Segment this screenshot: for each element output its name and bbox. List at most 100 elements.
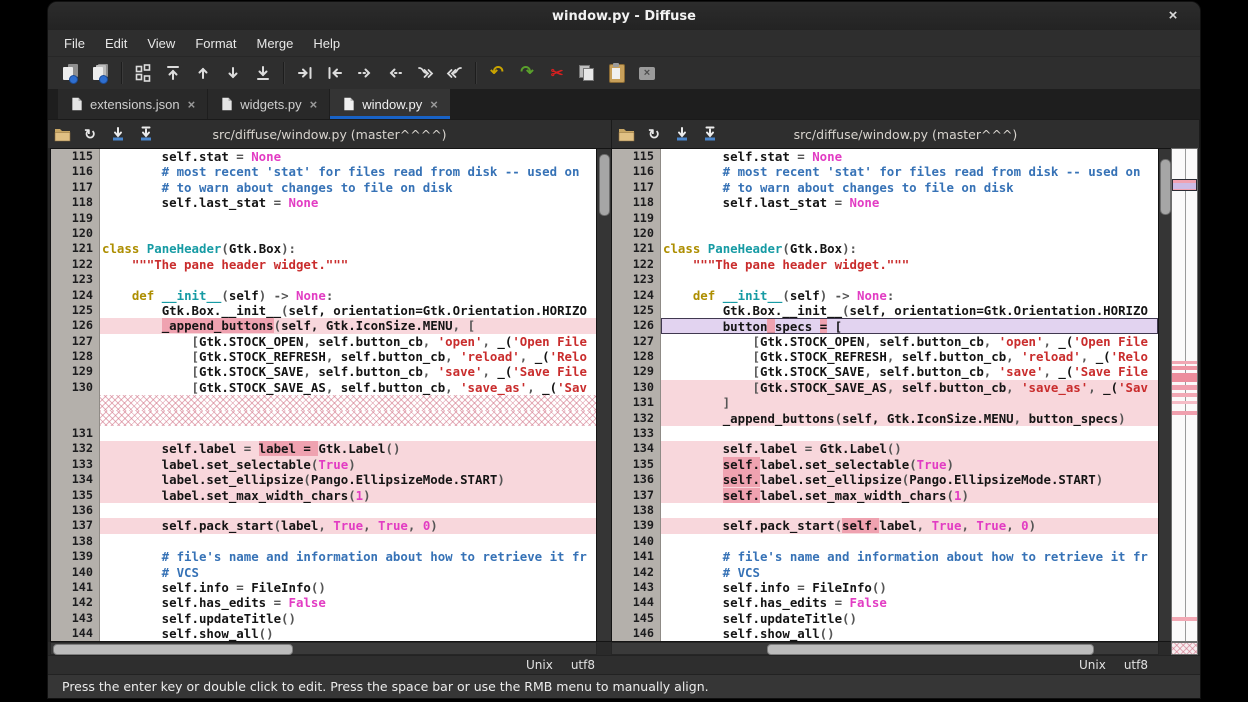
code-text[interactable]: [Gtk.STOCK_REFRESH, self.button_cb, 'rel… bbox=[100, 349, 596, 364]
code-line[interactable]: 137 self.pack_start(label, True, True, 0… bbox=[51, 518, 596, 533]
code-text[interactable]: # VCS bbox=[661, 565, 1158, 580]
code-text[interactable] bbox=[100, 503, 596, 518]
code-line[interactable]: 137 self.label.set_max_width_chars(1) bbox=[612, 488, 1158, 503]
code-line[interactable]: 130 [Gtk.STOCK_SAVE_AS, self.button_cb, … bbox=[612, 380, 1158, 395]
code-line[interactable]: 130 [Gtk.STOCK_SAVE_AS, self.button_cb, … bbox=[51, 380, 596, 395]
code-line[interactable]: 134 self.label = Gtk.Label() bbox=[612, 441, 1158, 456]
code-text[interactable]: button_specs = [ bbox=[661, 318, 1158, 333]
left-save-button[interactable] bbox=[104, 122, 132, 146]
code-line[interactable]: 128 [Gtk.STOCK_REFRESH, self.button_cb, … bbox=[612, 349, 1158, 364]
left-save-as-button[interactable] bbox=[132, 122, 160, 146]
first-difference-button[interactable] bbox=[158, 59, 188, 87]
code-line[interactable]: 123 bbox=[51, 272, 596, 287]
code-line[interactable]: 144 self.has_edits = False bbox=[612, 595, 1158, 610]
code-text[interactable]: def __init__(self) -> None: bbox=[100, 288, 596, 303]
code-line[interactable]: 131 bbox=[51, 426, 596, 441]
copy-selection-left-button[interactable] bbox=[320, 59, 350, 87]
right-horizontal-scrollbar-thumb[interactable] bbox=[767, 644, 1094, 655]
code-line[interactable]: 129 [Gtk.STOCK_SAVE, self.button_cb, 'sa… bbox=[51, 364, 596, 379]
code-line[interactable]: 124 def __init__(self) -> None: bbox=[51, 288, 596, 303]
code-text[interactable]: # to warn about changes to file on disk bbox=[661, 180, 1158, 195]
code-line[interactable]: 135 label.set_max_width_chars(1) bbox=[51, 488, 596, 503]
code-text[interactable] bbox=[661, 503, 1158, 518]
code-line[interactable]: 118 self.last_stat = None bbox=[51, 195, 596, 210]
code-line[interactable]: 145 self.updateTitle() bbox=[612, 611, 1158, 626]
left-horizontal-scrollbar-thumb[interactable] bbox=[53, 644, 293, 655]
diff-map-viewport[interactable] bbox=[1172, 179, 1197, 191]
code-text[interactable]: self.info = FileInfo() bbox=[661, 580, 1158, 595]
code-text[interactable]: [Gtk.STOCK_OPEN, self.button_cb, 'open',… bbox=[661, 334, 1158, 349]
left-reload-button[interactable]: ↻ bbox=[76, 122, 104, 146]
code-line[interactable]: 119 bbox=[612, 211, 1158, 226]
code-line[interactable]: 121class PaneHeader(Gtk.Box): bbox=[612, 241, 1158, 256]
code-line[interactable]: 143 self.updateTitle() bbox=[51, 611, 596, 626]
left-horizontal-scrollbar[interactable] bbox=[50, 642, 597, 655]
tab-close-icon[interactable]: × bbox=[310, 97, 318, 112]
tab-close-icon[interactable]: × bbox=[188, 97, 196, 112]
code-text[interactable] bbox=[100, 426, 596, 441]
right-code-pane[interactable]: 115 self.stat = None116 # most recent 's… bbox=[611, 148, 1159, 642]
code-line[interactable]: 125 Gtk.Box.__init__(self, orientation=G… bbox=[51, 303, 596, 318]
code-line[interactable]: 133 label.set_selectable(True) bbox=[51, 457, 596, 472]
code-text[interactable]: [Gtk.STOCK_SAVE, self.button_cb, 'save',… bbox=[661, 364, 1158, 379]
code-line[interactable]: 140 bbox=[612, 534, 1158, 549]
left-vertical-scrollbar[interactable] bbox=[597, 148, 611, 642]
code-line[interactable]: 117 # to warn about changes to file on d… bbox=[51, 180, 596, 195]
copy-button[interactable] bbox=[572, 59, 602, 87]
code-line[interactable]: 138 bbox=[51, 534, 596, 549]
code-text[interactable]: self.stat = None bbox=[661, 149, 1158, 164]
code-line[interactable]: 117 # to warn about changes to file on d… bbox=[612, 180, 1158, 195]
code-line[interactable]: 128 [Gtk.STOCK_REFRESH, self.button_cb, … bbox=[51, 349, 596, 364]
code-line[interactable]: 134 label.set_ellipsize(Pango.EllipsizeM… bbox=[51, 472, 596, 487]
right-horizontal-scrollbar[interactable] bbox=[611, 642, 1159, 655]
right-vertical-scrollbar-thumb[interactable] bbox=[1160, 159, 1171, 215]
left-code-pane[interactable]: 115 self.stat = None116 # most recent 's… bbox=[50, 148, 597, 642]
code-text[interactable]: self.show_all() bbox=[100, 626, 596, 641]
code-text[interactable]: # most recent 'stat' for files read from… bbox=[661, 164, 1158, 179]
paste-button[interactable] bbox=[602, 59, 632, 87]
code-text[interactable]: [Gtk.STOCK_SAVE_AS, self.button_cb, 'sav… bbox=[661, 380, 1158, 395]
tab-window-py[interactable]: window.py × bbox=[330, 89, 450, 119]
code-text[interactable] bbox=[661, 211, 1158, 226]
menu-view[interactable]: View bbox=[137, 30, 185, 56]
code-text[interactable] bbox=[100, 226, 596, 241]
code-line[interactable]: 144 self.show_all() bbox=[51, 626, 596, 641]
code-line[interactable]: 120 bbox=[51, 226, 596, 241]
diff-map[interactable] bbox=[1171, 148, 1198, 642]
new-2way-file-merge-button[interactable] bbox=[56, 59, 86, 87]
gap-hatch[interactable] bbox=[100, 411, 596, 426]
code-text[interactable]: # file's name and information about how … bbox=[661, 549, 1158, 564]
code-line[interactable]: 142 # VCS bbox=[612, 565, 1158, 580]
menu-format[interactable]: Format bbox=[185, 30, 246, 56]
alignment-gap-row[interactable] bbox=[51, 395, 596, 410]
menu-edit[interactable]: Edit bbox=[95, 30, 137, 56]
code-text[interactable]: self.updateTitle() bbox=[661, 611, 1158, 626]
code-text[interactable] bbox=[661, 272, 1158, 287]
code-line[interactable]: 141 self.info = FileInfo() bbox=[51, 580, 596, 595]
code-text[interactable]: def __init__(self) -> None: bbox=[661, 288, 1158, 303]
cut-button[interactable]: ✂ bbox=[542, 59, 572, 87]
code-line[interactable]: 131 ] bbox=[612, 395, 1158, 410]
code-text[interactable]: # most recent 'stat' for files read from… bbox=[100, 164, 596, 179]
code-line[interactable]: 123 bbox=[612, 272, 1158, 287]
code-text[interactable]: # file's name and information about how … bbox=[100, 549, 596, 564]
copy-right-into-selection-button[interactable] bbox=[380, 59, 410, 87]
tab-extensions-json[interactable]: extensions.json × bbox=[58, 89, 207, 119]
code-line[interactable]: 132 _append_buttons(self, Gtk.IconSize.M… bbox=[612, 411, 1158, 426]
code-text[interactable]: self.label = label = Gtk.Label() bbox=[100, 441, 596, 456]
code-text[interactable]: [Gtk.STOCK_SAVE, self.button_cb, 'save',… bbox=[100, 364, 596, 379]
tab-widgets-py[interactable]: widgets.py × bbox=[208, 89, 329, 119]
menu-help[interactable]: Help bbox=[303, 30, 350, 56]
merge-from-right-button[interactable] bbox=[440, 59, 470, 87]
code-line[interactable]: 115 self.stat = None bbox=[612, 149, 1158, 164]
code-text[interactable]: self.pack_start(label, True, True, 0) bbox=[100, 518, 596, 533]
code-text[interactable]: """The pane header widget.""" bbox=[100, 257, 596, 272]
merge-from-left-button[interactable] bbox=[410, 59, 440, 87]
redo-button[interactable]: ↷ bbox=[512, 59, 542, 87]
code-text[interactable]: self.label.set_max_width_chars(1) bbox=[661, 488, 1158, 503]
code-line[interactable]: 135 self.label.set_selectable(True) bbox=[612, 457, 1158, 472]
code-line[interactable]: 146 self.show_all() bbox=[612, 626, 1158, 641]
code-text[interactable]: class PaneHeader(Gtk.Box): bbox=[100, 241, 596, 256]
menu-file[interactable]: File bbox=[54, 30, 95, 56]
code-text[interactable]: self.info = FileInfo() bbox=[100, 580, 596, 595]
